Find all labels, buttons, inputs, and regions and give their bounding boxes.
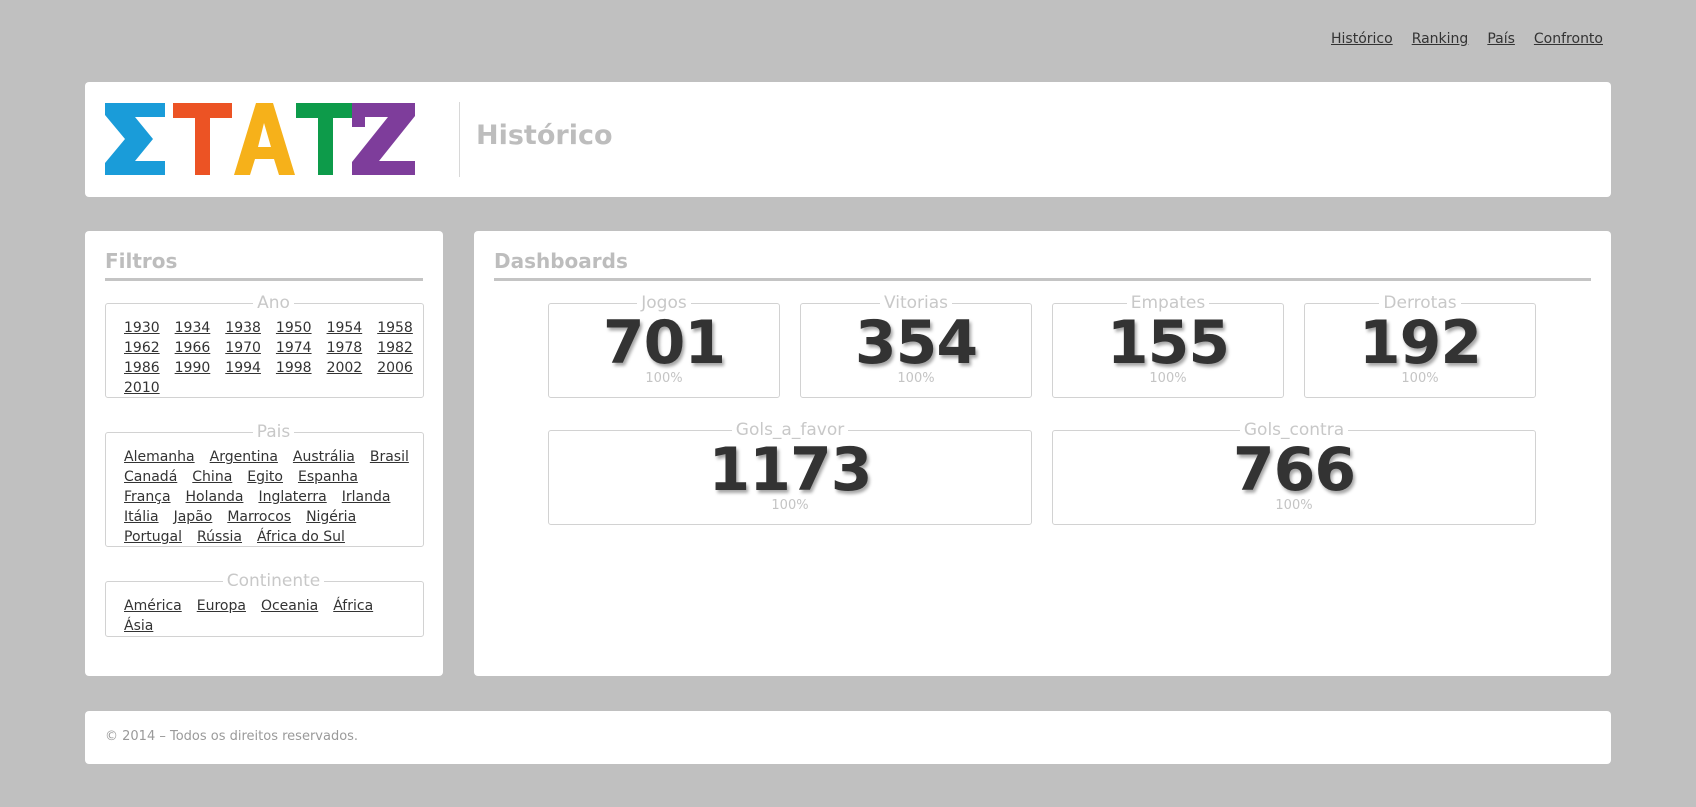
- filter-link-year[interactable]: 1950: [276, 318, 312, 338]
- filter-link-year[interactable]: 2010: [124, 378, 160, 398]
- filter-link-country[interactable]: Holanda: [186, 487, 244, 507]
- filter-link-country[interactable]: Portugal: [124, 527, 182, 547]
- filter-link-country[interactable]: Inglaterra: [258, 487, 326, 507]
- filter-group-pais: Pais Alemanha Argentina Austrália Brasil…: [105, 423, 424, 547]
- stat-value: 1173: [708, 435, 873, 505]
- filter-link-country[interactable]: Marrocos: [227, 507, 291, 527]
- stat-value: 701: [602, 308, 726, 378]
- filter-link-continent[interactable]: África: [333, 596, 373, 616]
- filter-link-country[interactable]: França: [124, 487, 171, 507]
- copyright-text: © 2014 – Todos os direitos reservados.: [105, 729, 359, 744]
- stat-value: 155: [1106, 308, 1230, 378]
- stat-value: 354: [854, 308, 978, 378]
- filter-link-country[interactable]: Brasil: [370, 447, 409, 467]
- filter-link-country[interactable]: Japão: [174, 507, 213, 527]
- filter-link-year[interactable]: 1954: [327, 318, 363, 338]
- page-title: Histórico: [476, 120, 613, 151]
- stat-card-derrotas: Derrotas 192 100%: [1304, 294, 1536, 398]
- filter-link-continent[interactable]: Oceania: [261, 596, 318, 616]
- filter-link-country[interactable]: Itália: [124, 507, 159, 527]
- stat-percentage: 100%: [771, 498, 809, 513]
- nav-link-ranking[interactable]: Ranking: [1412, 31, 1469, 47]
- logo-letter-t2: [296, 103, 355, 175]
- filter-links-continente: América Europa Oceania África Ásia: [124, 596, 423, 636]
- filter-group-continente: Continente América Europa Oceania África…: [105, 572, 424, 637]
- filter-link-year[interactable]: 1966: [175, 338, 211, 358]
- logo-letter-t1: [173, 103, 232, 175]
- filter-links-pais: Alemanha Argentina Austrália Brasil Cana…: [124, 447, 423, 547]
- filter-link-country[interactable]: China: [192, 467, 232, 487]
- filter-link-year[interactable]: 1938: [225, 318, 261, 338]
- filter-group-legend: Pais: [256, 422, 291, 442]
- dashboards-panel: Dashboards Jogos 701 100% Vitorias 354 1…: [474, 231, 1611, 676]
- filters-title-rule: [105, 278, 423, 281]
- filter-link-year[interactable]: 1994: [225, 358, 261, 378]
- filter-link-year[interactable]: 1978: [327, 338, 363, 358]
- logo-letter-sigma: [105, 103, 165, 175]
- stat-percentage: 100%: [1401, 371, 1439, 386]
- nav-link-historico[interactable]: Histórico: [1331, 31, 1393, 47]
- filters-panel: Filtros Ano 1930 1934 1938 1950 1954 195…: [85, 231, 443, 676]
- filter-link-continent[interactable]: Europa: [197, 596, 246, 616]
- stat-card-vitorias: Vitorias 354 100%: [800, 294, 1032, 398]
- nav-link-pais[interactable]: País: [1487, 31, 1515, 47]
- filter-link-country[interactable]: Argentina: [210, 447, 278, 467]
- filter-link-country[interactable]: África do Sul: [257, 527, 345, 547]
- stat-value: 192: [1358, 308, 1482, 378]
- filter-link-year[interactable]: 1934: [175, 318, 211, 338]
- filter-link-country[interactable]: Egito: [247, 467, 283, 487]
- filter-link-year[interactable]: 1982: [377, 338, 413, 358]
- stat-percentage: 100%: [645, 371, 683, 386]
- filter-link-year[interactable]: 1970: [225, 338, 261, 358]
- stat-card-gols-a-favor: Gols_a_favor 1173 100%: [548, 421, 1032, 525]
- filter-link-year[interactable]: 2002: [327, 358, 363, 378]
- filter-group-legend: Ano: [257, 293, 290, 313]
- stat-percentage: 100%: [897, 371, 935, 386]
- filter-link-country[interactable]: Rússia: [197, 527, 242, 547]
- filter-links-ano: 1930 1934 1938 1950 1954 1958 1962 1966 …: [124, 318, 423, 398]
- filter-link-year[interactable]: 1930: [124, 318, 160, 338]
- stat-percentage: 100%: [1275, 498, 1313, 513]
- filter-link-country[interactable]: Nigéria: [306, 507, 356, 527]
- filter-link-year[interactable]: 1974: [276, 338, 312, 358]
- filter-link-year[interactable]: 2006: [377, 358, 413, 378]
- stat-percentage: 100%: [1149, 371, 1187, 386]
- nav-link-confronto[interactable]: Confronto: [1534, 31, 1603, 47]
- filters-title: Filtros: [105, 249, 178, 273]
- filter-link-country[interactable]: Canadá: [124, 467, 177, 487]
- filter-link-year[interactable]: 1990: [175, 358, 211, 378]
- header-card: Histórico: [85, 82, 1611, 197]
- filter-link-continent[interactable]: Ásia: [124, 616, 153, 636]
- statz-logo: [105, 103, 415, 175]
- filter-link-continent[interactable]: América: [124, 596, 182, 616]
- filter-group-legend: Continente: [226, 571, 321, 591]
- dashboards-title-rule: [494, 278, 1591, 281]
- filter-link-year[interactable]: 1962: [124, 338, 160, 358]
- filter-link-year[interactable]: 1958: [377, 318, 413, 338]
- header-divider: [459, 102, 460, 177]
- filter-link-year[interactable]: 1998: [276, 358, 312, 378]
- stat-value: 766: [1232, 435, 1356, 505]
- dashboards-title: Dashboards: [494, 249, 628, 273]
- top-nav: Histórico Ranking País Confronto: [1331, 31, 1603, 47]
- filter-link-country[interactable]: Alemanha: [124, 447, 195, 467]
- filter-link-country[interactable]: Espanha: [298, 467, 358, 487]
- filter-link-country[interactable]: Austrália: [293, 447, 355, 467]
- filter-link-year[interactable]: 1986: [124, 358, 160, 378]
- filter-link-country[interactable]: Irlanda: [342, 487, 391, 507]
- stat-card-empates: Empates 155 100%: [1052, 294, 1284, 398]
- logo-letter-z: [352, 103, 415, 175]
- filter-group-ano: Ano 1930 1934 1938 1950 1954 1958 1962 1…: [105, 294, 424, 398]
- stat-card-jogos: Jogos 701 100%: [548, 294, 780, 398]
- footer: © 2014 – Todos os direitos reservados.: [85, 711, 1611, 764]
- stat-card-gols-contra: Gols_contra 766 100%: [1052, 421, 1536, 525]
